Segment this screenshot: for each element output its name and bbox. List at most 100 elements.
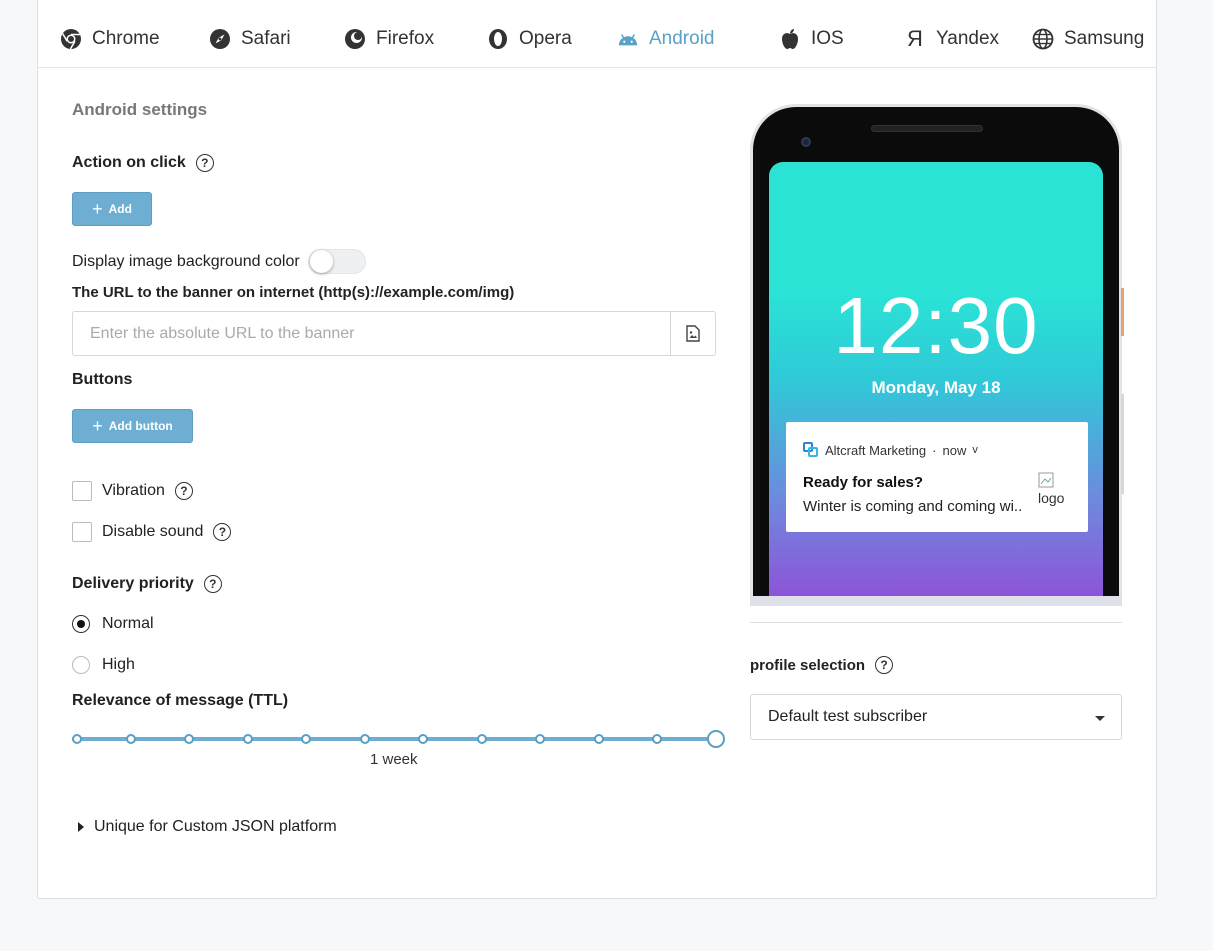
safari-icon: [209, 28, 231, 50]
custom-json-toggle[interactable]: Unique for Custom JSON platform: [78, 818, 337, 836]
phone-preview: 12:30 Monday, May 18 Altcraft Marketing …: [750, 104, 1124, 606]
slider-step[interactable]: [126, 734, 136, 744]
custom-json-label: Unique for Custom JSON platform: [94, 818, 337, 835]
priority-high-radio[interactable]: [72, 656, 90, 674]
notification-title: Ready for sales?: [803, 474, 924, 491]
tab-safari-label: Safari: [241, 28, 291, 49]
slider-step[interactable]: [477, 734, 487, 744]
add-button-label: Add button: [108, 419, 173, 433]
image-file-button[interactable]: [670, 312, 715, 355]
slider-step[interactable]: [184, 734, 194, 744]
tab-samsung[interactable]: Samsung: [1032, 10, 1144, 68]
chrome-icon: [60, 28, 82, 50]
tab-firefox-label: Firefox: [376, 28, 435, 49]
firefox-icon: [344, 28, 366, 50]
globe-icon: [1032, 28, 1054, 50]
help-icon[interactable]: ?: [174, 482, 193, 500]
settings-panel: Chrome Safari Firefox Opera Android IOS …: [37, 0, 1157, 899]
tab-android-label: Android: [649, 28, 715, 49]
ttl-slider[interactable]: [72, 730, 725, 748]
notification-app-name: Altcraft Marketing: [825, 442, 927, 458]
lock-clock: 12:30: [833, 281, 1039, 370]
phone-side-button: [1121, 394, 1124, 494]
vibration-checkbox[interactable]: [72, 481, 92, 501]
add-button-button[interactable]: + Add button: [72, 409, 193, 443]
tab-firefox[interactable]: Firefox: [344, 10, 434, 68]
plus-icon: +: [92, 416, 103, 436]
ttl-value: 1 week: [370, 751, 418, 768]
slider-step[interactable]: [72, 734, 82, 744]
slider-track: [72, 737, 717, 741]
disable-sound-checkbox[interactable]: [72, 522, 92, 542]
profile-select[interactable]: Default test subscriber: [750, 694, 1122, 740]
notification-time: now: [942, 442, 967, 458]
tab-samsung-label: Samsung: [1064, 28, 1145, 49]
buttons-label: Buttons: [72, 371, 133, 388]
notification-image-alt: logo: [1038, 490, 1065, 506]
help-icon[interactable]: ?: [195, 154, 214, 172]
ttl-label: Relevance of message (TTL): [72, 692, 289, 709]
slider-step[interactable]: [594, 734, 604, 744]
url-label: The URL to the banner on internet (http(…: [72, 284, 515, 301]
notification-image: logo: [1038, 472, 1074, 508]
slider-step[interactable]: [652, 734, 662, 744]
apple-icon: [779, 28, 801, 50]
yandex-icon: Я: [907, 26, 923, 51]
android-icon: [617, 28, 639, 50]
section-title: Android settings: [72, 100, 208, 119]
tab-opera[interactable]: Opera: [487, 10, 572, 68]
help-icon[interactable]: ?: [203, 575, 222, 593]
delivery-priority-text: Delivery priority: [72, 575, 194, 592]
add-action-label: Add: [108, 202, 132, 216]
disable-sound-label: Disable sound: [102, 523, 204, 540]
profile-selection-text: profile selection: [750, 656, 866, 674]
url-field: [72, 311, 716, 356]
notification-header: Altcraft Marketing · now v: [803, 442, 978, 458]
priority-high-label: High: [102, 656, 135, 673]
help-icon[interactable]: ?: [875, 656, 894, 674]
caret-right-icon: [78, 822, 84, 832]
tab-ios-label: IOS: [811, 28, 844, 49]
phone-camera: [801, 137, 811, 147]
push-notification: Altcraft Marketing · now v Ready for sal…: [786, 422, 1088, 532]
action-on-click-label: Action on click ?: [72, 154, 214, 172]
delivery-priority-label: Delivery priority ?: [72, 575, 222, 593]
opera-icon: [487, 28, 509, 50]
profile-selection-label: profile selection ?: [750, 656, 894, 674]
phone-speaker: [871, 125, 983, 132]
priority-high-option[interactable]: High: [72, 656, 135, 674]
slider-step[interactable]: [535, 734, 545, 744]
lock-date: Monday, May 18: [871, 378, 1001, 397]
chevron-down-icon: v: [972, 444, 978, 456]
priority-normal-label: Normal: [102, 615, 154, 632]
tab-opera-label: Opera: [519, 28, 572, 49]
tab-chrome-label: Chrome: [92, 28, 160, 49]
vibration-row: Vibration ?: [72, 481, 193, 501]
display-bg-label: Display image background color: [72, 252, 300, 270]
disable-sound-row: Disable sound ?: [72, 522, 232, 542]
slider-handle[interactable]: [707, 730, 725, 748]
slider-step[interactable]: [243, 734, 253, 744]
tab-yandex[interactable]: Я Yandex: [904, 10, 999, 68]
tab-android[interactable]: Android: [617, 10, 715, 68]
display-bg-toggle[interactable]: [307, 249, 366, 274]
banner-url-input[interactable]: [73, 312, 670, 355]
tab-chrome[interactable]: Chrome: [60, 10, 160, 68]
plus-icon: +: [92, 199, 103, 219]
tab-safari[interactable]: Safari: [209, 10, 291, 68]
help-icon[interactable]: ?: [213, 523, 232, 541]
slider-step[interactable]: [360, 734, 370, 744]
phone-base: [750, 596, 1122, 606]
slider-step[interactable]: [418, 734, 428, 744]
slider-step[interactable]: [301, 734, 311, 744]
phone-side-button: [1121, 288, 1124, 336]
phone-bezel: 12:30 Monday, May 18 Altcraft Marketing …: [753, 107, 1119, 606]
tab-ios[interactable]: IOS: [779, 10, 844, 68]
notification-text: Winter is coming and coming wi..: [803, 498, 1023, 515]
priority-normal-option[interactable]: Normal: [72, 615, 154, 633]
priority-normal-radio[interactable]: [72, 615, 90, 633]
vibration-label: Vibration: [102, 482, 165, 499]
platform-tabs: Chrome Safari Firefox Opera Android IOS …: [38, 10, 1156, 68]
image-file-icon: [686, 325, 700, 342]
add-action-button[interactable]: + Add: [72, 192, 152, 226]
